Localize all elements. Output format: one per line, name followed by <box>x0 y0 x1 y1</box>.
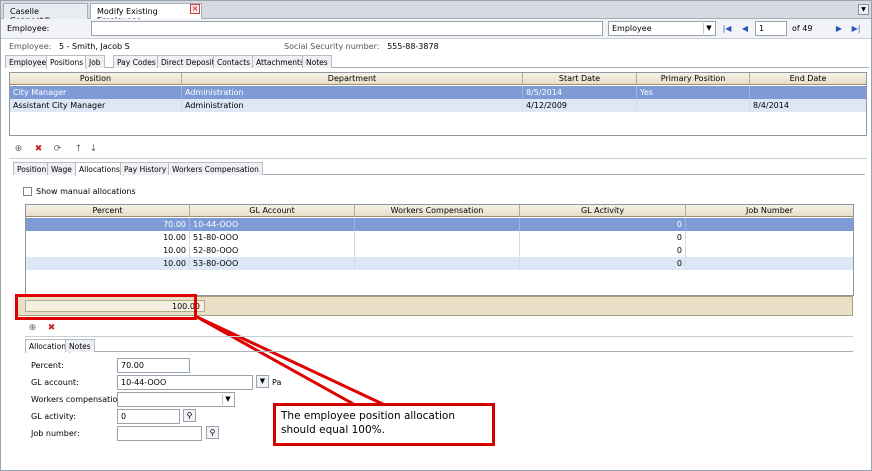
divider <box>25 336 853 337</box>
workers-compensation-select[interactable]: ▼ <box>117 392 235 407</box>
allocation-toolbar: ⊕ ✖ <box>27 323 67 335</box>
gl-account-label: GL account: <box>31 378 79 387</box>
chevron-down-icon: ▼ <box>222 394 233 405</box>
percent-label: Percent: <box>31 361 64 370</box>
job-number-label: Job number: <box>31 429 80 438</box>
allocation-detail-tab-strip: Allocation Notes <box>25 339 853 353</box>
tab-allocation-notes[interactable]: Notes <box>65 339 95 352</box>
app-window: Caselle Connect® Modify Existing Employe… <box>0 0 872 471</box>
workers-compensation-label: Workers compensation: <box>31 395 126 404</box>
gl-activity-label: GL activity: <box>31 412 76 421</box>
binoculars-icon[interactable]: ⚲ <box>206 426 219 439</box>
gl-activity-input[interactable]: 0 <box>117 409 180 424</box>
gl-account-dropdown-icon[interactable]: ▼ <box>256 375 269 388</box>
gl-account-input[interactable]: 10-44-OOO <box>117 375 253 390</box>
delete-allocation-icon[interactable]: ✖ <box>46 323 57 334</box>
gl-account-trailing-text: Pa <box>272 378 282 387</box>
job-number-input[interactable] <box>117 426 202 441</box>
binoculars-icon[interactable]: ⚲ <box>183 409 196 422</box>
add-allocation-icon[interactable]: ⊕ <box>27 323 38 334</box>
tab-allocation[interactable]: Allocation <box>25 339 70 353</box>
callout-note: The employee position allocation should … <box>273 403 495 446</box>
percent-input[interactable]: 70.00 <box>117 358 190 373</box>
